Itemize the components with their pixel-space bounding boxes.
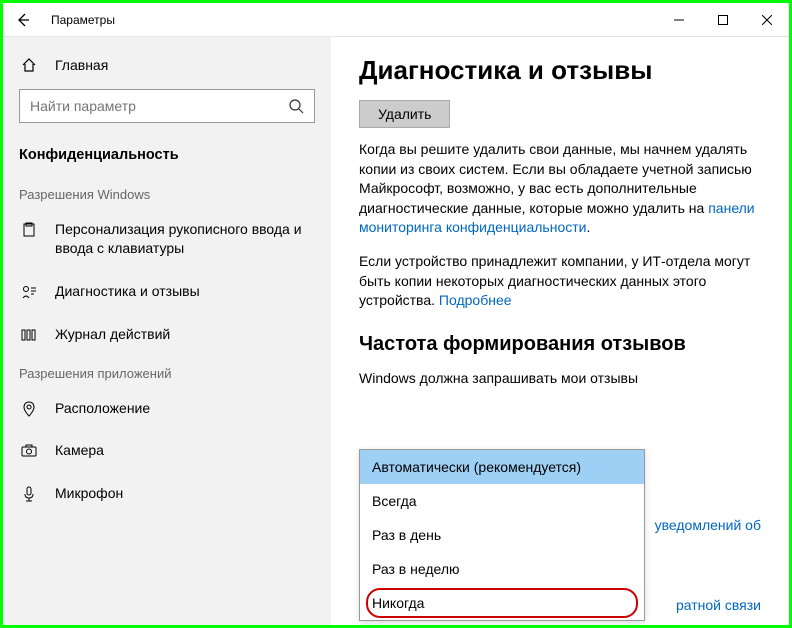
feedback-frequency-heading: Частота формирования отзывов bbox=[359, 333, 761, 356]
learn-more-link[interactable]: Подробнее bbox=[439, 292, 512, 308]
sidebar-item-label: Микрофон bbox=[55, 484, 123, 503]
org-description: Если устройство принадлежит компании, у … bbox=[359, 252, 761, 311]
minimize-button[interactable] bbox=[657, 3, 701, 37]
home-label: Главная bbox=[55, 57, 108, 73]
dropdown-option-never[interactable]: Никогда bbox=[360, 586, 644, 620]
sidebar-item-inking[interactable]: Персонализация рукописного ввода и ввода… bbox=[3, 208, 331, 270]
window-title: Параметры bbox=[51, 13, 115, 27]
search-input[interactable] bbox=[30, 98, 288, 114]
dropdown-option-always[interactable]: Всегда bbox=[360, 484, 644, 518]
arrow-left-icon bbox=[15, 12, 31, 28]
search-icon bbox=[288, 98, 304, 114]
maximize-button[interactable] bbox=[701, 3, 745, 37]
dropdown-option-weekly[interactable]: Раз в неделю bbox=[360, 552, 644, 586]
minimize-icon bbox=[674, 15, 684, 25]
dropdown-option-daily[interactable]: Раз в день bbox=[360, 518, 644, 552]
dropdown-option-auto[interactable]: Автоматически (рекомендуется) bbox=[360, 450, 644, 484]
sidebar-item-label: Диагностика и отзывы bbox=[55, 282, 200, 301]
location-icon bbox=[19, 401, 39, 417]
feedback-frequency-label: Windows должна запрашивать мои отзывы bbox=[359, 370, 761, 386]
sidebar-item-camera[interactable]: Камера bbox=[3, 429, 331, 472]
close-icon bbox=[762, 15, 772, 25]
feedback-icon bbox=[19, 284, 39, 300]
sidebar: Главная Конфиденциальность Разрешения Wi… bbox=[3, 37, 331, 625]
titlebar: Параметры bbox=[3, 3, 789, 37]
sidebar-item-label: Журнал действий bbox=[55, 325, 170, 344]
current-section-label: Конфиденциальность bbox=[3, 137, 331, 177]
group-app-permissions: Разрешения приложений bbox=[3, 356, 331, 387]
maximize-icon bbox=[718, 15, 728, 25]
sidebar-item-location[interactable]: Расположение bbox=[3, 387, 331, 430]
sidebar-item-label: Расположение bbox=[55, 399, 150, 418]
sidebar-item-label: Камера bbox=[55, 441, 104, 460]
home-link[interactable]: Главная bbox=[3, 51, 331, 79]
page-title: Диагностика и отзывы bbox=[359, 55, 761, 86]
sidebar-item-diagnostics[interactable]: Диагностика и отзывы bbox=[3, 270, 331, 313]
microphone-icon bbox=[19, 486, 39, 502]
window-controls bbox=[657, 3, 789, 37]
delete-description: Когда вы решите удалить свои данные, мы … bbox=[359, 140, 761, 238]
search-box[interactable] bbox=[19, 89, 315, 123]
sidebar-item-activity[interactable]: Журнал действий bbox=[3, 313, 331, 356]
home-icon bbox=[19, 57, 39, 73]
camera-icon bbox=[19, 443, 39, 459]
feedback-hub-link-fragment[interactable]: ратной связи bbox=[676, 597, 761, 613]
notifications-link-fragment[interactable]: уведомлений об bbox=[655, 517, 761, 533]
content-area: Диагностика и отзывы Удалить Когда вы ре… bbox=[331, 37, 789, 625]
group-windows-permissions: Разрешения Windows bbox=[3, 177, 331, 208]
sidebar-item-microphone[interactable]: Микрофон bbox=[3, 472, 331, 515]
back-button[interactable] bbox=[3, 3, 43, 37]
sidebar-item-label: Персонализация рукописного ввода и ввода… bbox=[55, 220, 315, 258]
clipboard-icon bbox=[19, 222, 39, 238]
close-button[interactable] bbox=[745, 3, 789, 37]
delete-button[interactable]: Удалить bbox=[359, 100, 450, 128]
feedback-frequency-dropdown[interactable]: Автоматически (рекомендуется) Всегда Раз… bbox=[359, 449, 645, 621]
activity-icon bbox=[19, 327, 39, 343]
